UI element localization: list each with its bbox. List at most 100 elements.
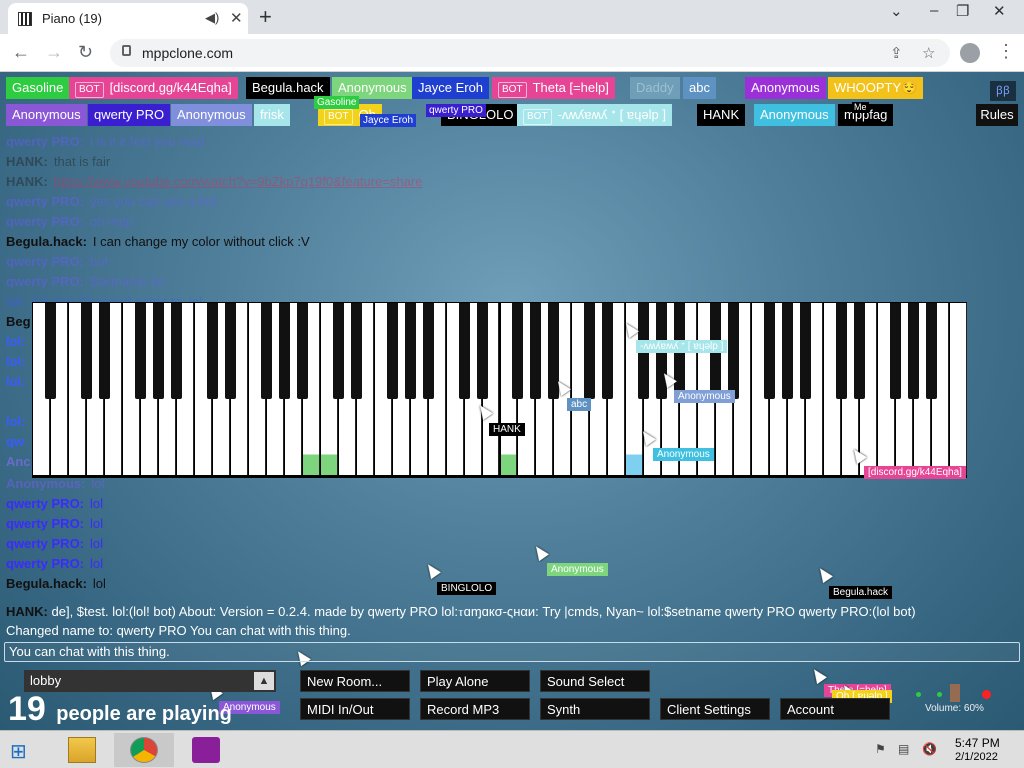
network-icon[interactable]: ▤ [898, 742, 909, 756]
piano-black-key[interactable] [152, 303, 164, 399]
piano-black-key[interactable] [476, 303, 488, 399]
player-name-tag[interactable]: WHOOPTY😌 [828, 77, 924, 99]
chat-text: on mpp [90, 214, 134, 229]
chat-text: lol [91, 476, 105, 491]
player-name-tag[interactable]: BOT Theta [=help] [492, 77, 615, 99]
new-tab-icon[interactable]: + [259, 4, 272, 30]
player-name-tag[interactable]: Gasoline [6, 77, 70, 99]
player-name-label: Anonymous [751, 80, 820, 95]
player-name-tag[interactable]: BOT [discord.gg/k44Eqha] [69, 77, 238, 99]
player-name-tag[interactable]: Anonymous [754, 104, 835, 126]
bookmark-star-icon[interactable]: ☆ [922, 44, 935, 62]
player-name-tag[interactable]: frisk [254, 104, 290, 126]
chat-link[interactable]: https://www.youtube.com/watch?v=9bZkp7q1… [54, 174, 423, 189]
piano-black-key[interactable] [404, 303, 416, 399]
volume-muted-icon[interactable]: 🔇 [922, 742, 937, 756]
url-text[interactable]: mppclone.com [142, 45, 233, 61]
maximize-icon[interactable]: ❐ [956, 2, 969, 20]
piano-black-key[interactable] [458, 303, 470, 399]
new-room-button[interactable]: New Room... [300, 670, 410, 692]
player-name-tag[interactable]: BOT -ʌʍʎɐʍʎ ᐩ [ ɐɥǝlp ] [517, 104, 672, 126]
piano-black-key[interactable] [206, 303, 218, 399]
synth-button[interactable]: Synth [540, 698, 650, 720]
camera-taskbar-item[interactable] [176, 733, 236, 767]
back-icon[interactable]: ← [12, 42, 30, 63]
piano-black-key[interactable] [224, 303, 236, 399]
menu-kebab-icon[interactable]: ⋮ [997, 41, 1015, 62]
client-settings-button[interactable]: Client Settings [660, 698, 770, 720]
piano-black-key[interactable] [278, 303, 290, 399]
chat-message: qwerty PRO: bot [6, 252, 606, 272]
piano-black-key[interactable] [782, 303, 794, 399]
piano-black-key[interactable] [44, 303, 56, 399]
piano-keyboard[interactable] [32, 302, 967, 478]
file-explorer-taskbar-item[interactable] [52, 733, 112, 767]
reload-icon[interactable]: ↻ [78, 42, 93, 63]
player-name-tag[interactable]: Anonymous [745, 77, 826, 99]
piano-black-key[interactable] [926, 303, 938, 399]
piano-black-key[interactable] [512, 303, 524, 399]
rules-button[interactable]: Rules [976, 104, 1018, 126]
piano-black-key[interactable] [908, 303, 920, 399]
chat-name: HANK: [6, 174, 48, 189]
players-count-label: people are playing [56, 703, 232, 725]
piano-black-key[interactable] [260, 303, 272, 399]
player-name-tag[interactable]: Anonymous [6, 104, 87, 126]
piano-black-key[interactable] [134, 303, 146, 399]
player-name-label: qwerty PRO [94, 107, 165, 122]
piano-black-key[interactable] [296, 303, 308, 399]
forward-icon[interactable]: → [45, 42, 63, 63]
player-name-tag[interactable]: Jayce Eroh [412, 77, 490, 99]
piano-black-key[interactable] [800, 303, 812, 399]
sound-select-button[interactable]: Sound Select [540, 670, 650, 692]
piano-black-key[interactable] [530, 303, 542, 399]
room-selector[interactable]: lobby ▲ [24, 670, 276, 692]
record-mp3-button[interactable]: Record MP3 [420, 698, 530, 720]
chat-input[interactable]: You can chat with this thing. [4, 642, 1020, 662]
piano-black-key[interactable] [602, 303, 614, 399]
player-name-tag[interactable]: Anonymous [171, 104, 252, 126]
close-window-icon[interactable]: ✕ [993, 2, 1006, 20]
player-name-label: Theta [=help] [532, 80, 609, 95]
play-alone-button[interactable]: Play Alone [420, 670, 530, 692]
profile-avatar-icon[interactable] [960, 43, 980, 63]
browser-tab[interactable]: Piano (19) ◀) ✕ [8, 3, 248, 34]
volume-knob-icon[interactable] [950, 684, 960, 702]
windows-start-icon[interactable]: ⊞ [10, 739, 27, 764]
piano-black-key[interactable] [890, 303, 902, 399]
chat-name: Begula.hack: [6, 234, 87, 249]
bot-badge: BOT [75, 82, 104, 98]
chat-name: qwerty PRO: [6, 214, 85, 229]
account-button[interactable]: Account [780, 698, 890, 720]
chrome-taskbar-item[interactable] [114, 733, 174, 767]
midi-button[interactable]: MIDI In/Out [300, 698, 410, 720]
speaker-icon[interactable]: ◀) [205, 10, 219, 26]
player-name-tag[interactable]: Daddy [630, 77, 680, 99]
piano-black-key[interactable] [98, 303, 110, 399]
piano-black-key[interactable] [854, 303, 866, 399]
piano-black-key[interactable] [80, 303, 92, 399]
chat-clipped-name: Beg [6, 314, 31, 329]
piano-black-key[interactable] [764, 303, 776, 399]
omnibox[interactable]: mppclone.com ⇪ ☆ [110, 39, 950, 67]
tab-search-icon[interactable]: ⌄ [890, 2, 903, 20]
share-icon[interactable]: ⇪ [890, 44, 903, 62]
piano-black-key[interactable] [422, 303, 434, 399]
piano-black-key[interactable] [170, 303, 182, 399]
piano-black-key[interactable] [584, 303, 596, 399]
piano-white-key[interactable] [950, 303, 967, 475]
minimize-icon[interactable]: – [930, 2, 938, 19]
caret-up-icon[interactable]: ▲ [254, 672, 274, 690]
piano-black-key[interactable] [728, 303, 740, 399]
piano-black-key[interactable] [836, 303, 848, 399]
player-name-tag[interactable]: HANK [697, 104, 746, 126]
piano-black-key[interactable] [350, 303, 362, 399]
player-count: 19 people are playing [8, 690, 232, 729]
piano-black-key[interactable] [386, 303, 398, 399]
player-name-tag[interactable]: qwerty PRO [88, 104, 171, 126]
piano-black-key[interactable] [332, 303, 344, 399]
close-tab-icon[interactable]: ✕ [230, 9, 243, 27]
bb-badge-icon[interactable]: ꞵꞵ [990, 81, 1016, 101]
player-name-tag[interactable]: abc [683, 77, 716, 99]
flag-icon[interactable]: ⚑ [875, 742, 886, 756]
